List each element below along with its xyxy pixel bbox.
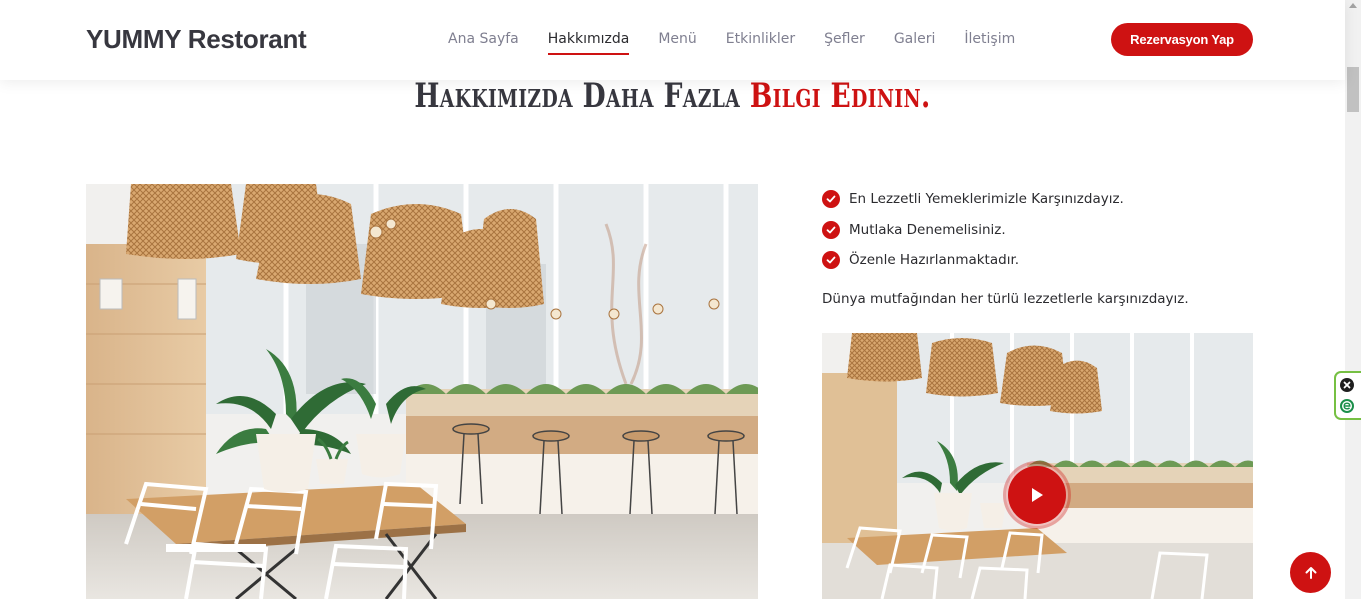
feature-text: Mutlaka Denemelisiniz. xyxy=(849,221,1006,238)
play-icon xyxy=(1008,466,1066,524)
section-title: Hakkımızda Daha Fazla Bilgi Edinin. xyxy=(148,76,1197,116)
feature-text: Özenle Hazırlanmaktadır. xyxy=(849,252,1020,269)
restaurant-interior-image xyxy=(86,184,758,599)
site-logo[interactable]: YUMMY Restorant xyxy=(86,24,307,55)
site-header: YUMMY Restorant Ana Sayfa Hakkımızda Men… xyxy=(0,0,1345,80)
feature-item: Özenle Hazırlanmaktadır. xyxy=(822,245,1124,276)
section-title-main: Hakkımızda Daha Fazla xyxy=(414,76,741,116)
page-scrollbar[interactable] xyxy=(1345,0,1361,599)
check-circle-icon xyxy=(822,220,840,239)
check-circle-icon xyxy=(822,190,840,209)
check-circle-icon xyxy=(822,251,840,270)
arrow-up-icon xyxy=(1305,566,1316,579)
feature-item: Mutlaka Denemelisiniz. xyxy=(822,215,1124,246)
close-icon[interactable] xyxy=(1340,378,1354,392)
nav-item-menu[interactable]: Menü xyxy=(658,31,696,53)
nav-item-hakkimizda[interactable]: Hakkımızda xyxy=(547,31,629,55)
feature-text: En Lezzetli Yemeklerimizle Karşınızdayız… xyxy=(849,191,1124,208)
scroll-top-button[interactable] xyxy=(1290,552,1331,593)
feature-item: En Lezzetli Yemeklerimizle Karşınızdayız… xyxy=(822,184,1124,215)
about-description: Dünya mutfağından her türlü lezzetlerle … xyxy=(822,291,1189,307)
reservation-button[interactable]: Rezervasyon Yap xyxy=(1111,23,1253,56)
scroll-up-arrow-icon[interactable] xyxy=(1349,3,1357,8)
nav-item-iletisim[interactable]: İletişim xyxy=(964,31,1015,53)
nav-item-sefler[interactable]: Şefler xyxy=(824,31,865,53)
extension-icon[interactable] xyxy=(1340,399,1354,413)
nav-item-ana-sayfa[interactable]: Ana Sayfa xyxy=(448,31,519,53)
scrollbar-thumb[interactable] xyxy=(1347,67,1359,112)
main-nav: Ana Sayfa Hakkımızda Menü Etkinlikler Şe… xyxy=(448,31,1044,55)
feature-list: En Lezzetli Yemeklerimizle Karşınızdayız… xyxy=(822,184,1124,276)
nav-item-etkinlikler[interactable]: Etkinlikler xyxy=(726,31,795,53)
section-title-accent: Bilgi Edinin. xyxy=(749,76,931,116)
play-video-button[interactable] xyxy=(1003,461,1071,529)
side-widget[interactable] xyxy=(1334,371,1361,420)
nav-item-galeri[interactable]: Galeri xyxy=(894,31,936,53)
